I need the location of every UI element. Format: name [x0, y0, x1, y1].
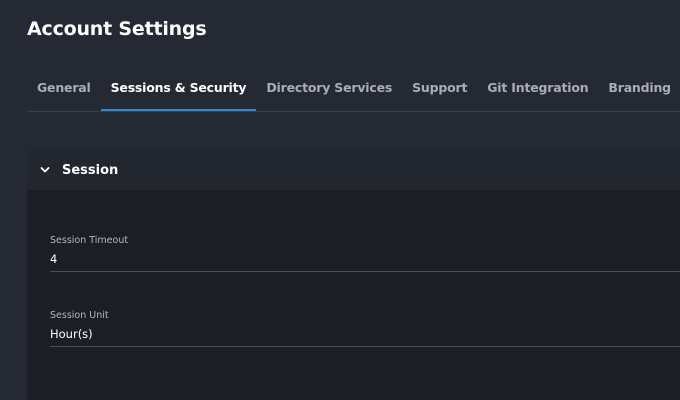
settings-tabs: General Sessions & Security Directory Se…: [27, 64, 680, 112]
tab-git-integration[interactable]: Git Integration: [477, 64, 598, 110]
session-unit-select[interactable]: Hour(s): [50, 327, 680, 347]
session-unit-field[interactable]: Session Unit Hour(s): [50, 310, 680, 347]
tab-support[interactable]: Support: [402, 64, 477, 110]
session-panel: Session Session Timeout 4 Session Unit H…: [27, 150, 680, 400]
account-settings-page: Account Settings General Sessions & Secu…: [0, 0, 680, 400]
tab-general[interactable]: General: [27, 64, 101, 110]
session-timeout-label: Session Timeout: [50, 235, 129, 246]
session-unit-label: Session Unit: [50, 310, 109, 321]
session-panel-header[interactable]: Session: [27, 150, 680, 190]
session-panel-title: Session: [62, 162, 119, 178]
session-timeout-input[interactable]: 4: [50, 252, 680, 272]
session-timeout-field[interactable]: Session Timeout 4: [50, 235, 680, 272]
tab-sessions-security[interactable]: Sessions & Security: [100, 64, 257, 111]
chevron-down-icon[interactable]: [40, 165, 50, 175]
page-title: Account Settings: [27, 18, 207, 40]
tab-directory-services[interactable]: Directory Services: [256, 64, 402, 110]
tab-branding[interactable]: Branding: [598, 64, 680, 110]
